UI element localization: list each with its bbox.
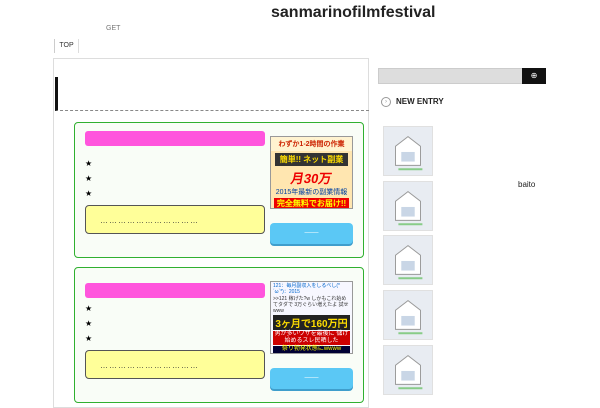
star-bullet: ★ xyxy=(85,174,93,183)
arrow-circle-icon: › xyxy=(381,97,391,107)
main-content: ★ ★ ★ …………………………… わずか1-2時間の作業 簡単!! ネット副業… xyxy=(53,58,369,408)
star-bullet: ★ xyxy=(85,304,93,313)
document-icon xyxy=(395,190,423,226)
ad-box: ★ ★ ★ …………………………… 121：毎月副収入をしるべし(*´ω`*)：… xyxy=(74,267,364,403)
entry-thumbnail[interactable] xyxy=(383,126,433,176)
post-title-bar xyxy=(55,77,369,111)
document-icon xyxy=(395,299,423,335)
new-entry-title: NEW ENTRY xyxy=(396,97,444,106)
ad-line: 男が多いワザを最後に 儲け始めるスレ民晒した xyxy=(273,331,350,345)
ad-line: 祭り勃発状態にwwww xyxy=(273,346,350,353)
star-bullet: ★ xyxy=(85,334,93,343)
ad-line: 3ヶ月で160万円 xyxy=(273,315,350,330)
pink-header-bar xyxy=(85,283,265,298)
ad-line: 月30万 xyxy=(289,171,333,186)
ad-box: ★ ★ ★ …………………………… わずか1-2時間の作業 簡単!! ネット副業… xyxy=(74,122,364,258)
entry-thumbnail[interactable] xyxy=(383,290,433,340)
ad-line: 2015年最新の副業情報 xyxy=(275,189,348,196)
document-icon xyxy=(395,244,423,280)
pink-header-bar xyxy=(85,131,265,146)
entry-title[interactable]: baito xyxy=(518,180,535,189)
ad-banner[interactable]: 121：毎月副収入をしるべし(*´ω`*)：2015 >>121 稼げた?w し… xyxy=(270,281,353,354)
star-bullet: ★ xyxy=(85,319,93,328)
ad-line: >>121 稼げた?w しかもこれ始めてタダで 3万ぐらい増えたよ 試せwww xyxy=(273,296,349,314)
entry-thumbnail[interactable] xyxy=(383,345,433,395)
ad-line: 簡単!! ネット副業 xyxy=(275,153,348,166)
star-bullet: ★ xyxy=(85,189,93,198)
ad-banner[interactable]: わずか1-2時間の作業 簡単!! ネット副業 月30万 2015年最新の副業情報… xyxy=(270,136,353,209)
nav-item-top[interactable]: TOP xyxy=(54,39,79,53)
blue-button[interactable]: —— xyxy=(270,368,353,389)
entry-thumbnail[interactable] xyxy=(383,181,433,231)
entry-thumbnail[interactable] xyxy=(383,235,433,285)
search-button[interactable]: ⊕ xyxy=(522,68,546,84)
search-input[interactable] xyxy=(378,68,524,84)
site-description: GET xyxy=(106,25,121,32)
site-title[interactable]: sanmarinofilmfestival xyxy=(271,4,436,22)
blue-button[interactable]: —— xyxy=(270,223,353,244)
yellow-input-box[interactable]: …………………………… xyxy=(85,350,265,379)
ad-line: 121：毎月副収入をしるべし(*´ω`*)：2015 xyxy=(273,283,340,295)
ad-line: 完全無料でお届け!! xyxy=(274,198,349,208)
star-bullet: ★ xyxy=(85,159,93,168)
document-icon xyxy=(395,354,423,390)
ad-line: わずか1-2時間の作業 xyxy=(271,137,352,151)
document-icon xyxy=(395,135,423,171)
yellow-input-box[interactable]: …………………………… xyxy=(85,205,265,234)
